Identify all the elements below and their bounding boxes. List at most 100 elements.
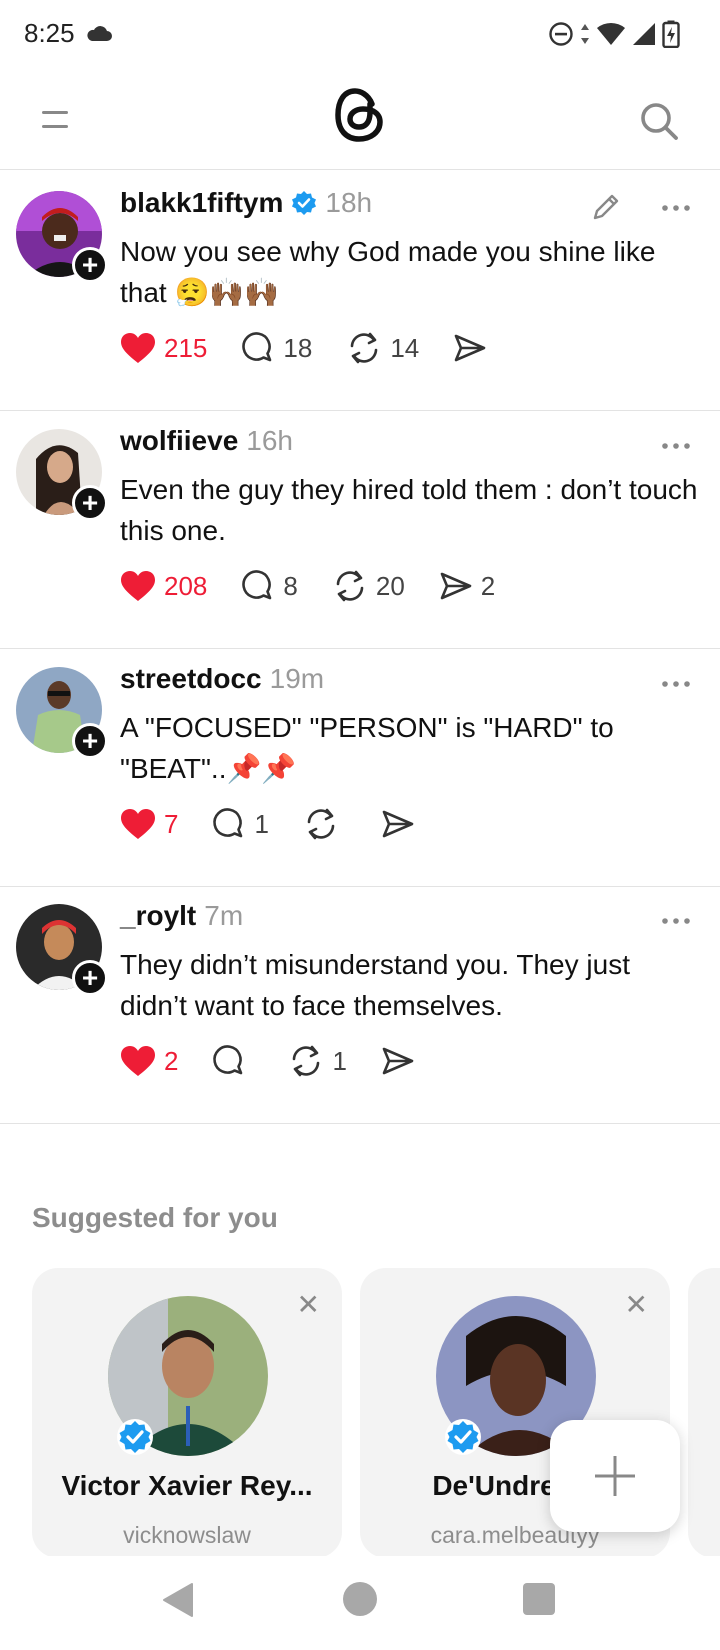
repost-count: 1: [332, 1045, 347, 1076]
like-count: 7: [164, 808, 179, 839]
username[interactable]: _roylt: [120, 900, 196, 932]
share-button[interactable]: [381, 809, 423, 839]
repost-count: 14: [390, 332, 420, 363]
suggested-handle: vicknowslaw: [123, 1522, 251, 1548]
post-actions: 208 8 20 2: [120, 569, 529, 603]
repost-icon: [307, 808, 335, 840]
suggested-title: Suggested for you: [32, 1202, 278, 1233]
repost-button[interactable]: [303, 807, 347, 841]
menu-icon[interactable]: [40, 106, 72, 136]
post-actions: 2 1: [120, 1044, 457, 1078]
status-time: 8:25: [24, 18, 75, 48]
more-options-icon[interactable]: [660, 439, 692, 451]
status-icons: [548, 20, 680, 53]
more-options-icon[interactable]: [660, 677, 692, 689]
wifi-icon: [596, 22, 626, 51]
verified-badge-icon: [445, 1419, 481, 1455]
post[interactable]: + wolfiieve 16h Even the guy they hired …: [0, 399, 720, 649]
heart-icon: [121, 571, 155, 601]
send-icon: [440, 572, 472, 600]
reply-button[interactable]: 1: [212, 807, 269, 841]
cloud-icon: [86, 26, 112, 47]
post-actions: 7 1: [120, 807, 457, 841]
dismiss-icon[interactable]: ✕: [297, 1288, 320, 1321]
heart-icon: [121, 333, 155, 363]
app-header: [0, 72, 720, 170]
plus-icon: [595, 1456, 635, 1496]
share-count: 2: [480, 570, 496, 601]
verified-badge-icon: [117, 1419, 153, 1455]
more-options-icon[interactable]: [660, 914, 692, 926]
reply-button[interactable]: 18: [241, 331, 312, 365]
suggested-card-peek[interactable]: [688, 1268, 720, 1558]
reply-icon: [213, 1045, 243, 1075]
follow-plus-button[interactable]: +: [72, 960, 108, 996]
like-count: 2: [164, 1045, 179, 1076]
username[interactable]: wolfiieve: [120, 425, 238, 457]
send-icon: [454, 334, 486, 362]
follow-plus-button[interactable]: +: [72, 723, 108, 759]
recents-icon[interactable]: [523, 1583, 555, 1615]
verified-badge-icon: [292, 191, 317, 215]
post-time: 7m: [204, 900, 244, 931]
send-icon: [382, 810, 414, 838]
cell-signal-icon: [632, 22, 656, 51]
post-text: A "FOCUSED" "PERSON" is "HARD" to "BEAT"…: [120, 712, 614, 784]
post-time: 19m: [269, 663, 325, 694]
battery-charging-icon: [662, 20, 680, 53]
reply-count: 18: [283, 332, 313, 363]
share-button[interactable]: 2: [439, 571, 495, 602]
home-icon[interactable]: [343, 1582, 377, 1616]
avatar[interactable]: +: [16, 904, 108, 996]
heart-icon: [121, 1046, 155, 1076]
repost-icon: [351, 332, 378, 364]
data-arrows-icon: [580, 23, 590, 50]
reply-count: 8: [283, 570, 298, 601]
post-text: Even the guy they hired told them : don’…: [120, 474, 698, 546]
avatar[interactable]: +: [16, 429, 108, 521]
post-text: Now you see why God made you shine like …: [120, 236, 656, 308]
repost-count: 20: [375, 570, 405, 601]
follow-plus-button[interactable]: +: [72, 247, 108, 283]
repost-button[interactable]: 1: [288, 1044, 347, 1078]
username[interactable]: streetdocc: [120, 663, 262, 695]
reply-button[interactable]: 8: [241, 569, 298, 603]
like-button[interactable]: 7: [120, 808, 178, 840]
search-icon[interactable]: [638, 100, 680, 142]
share-button[interactable]: [453, 333, 495, 363]
reply-icon: [242, 332, 272, 362]
avatar[interactable]: +: [16, 191, 108, 283]
post-text: They didn’t misunderstand you. They just…: [120, 949, 630, 1021]
do-not-disturb-icon: [548, 21, 574, 52]
repost-button[interactable]: 14: [346, 331, 419, 365]
reply-icon: [242, 570, 272, 600]
post[interactable]: + streetdocc 19m A "FOCUSED" "PERSON" is…: [0, 637, 720, 887]
avatar[interactable]: +: [16, 667, 108, 759]
like-button[interactable]: 2: [120, 1045, 178, 1077]
edit-pencil-icon[interactable]: [590, 191, 622, 223]
post-actions: 215 18 14: [120, 331, 529, 365]
suggested-card[interactable]: ✕ Victor Xavier Rey... vicknowslaw: [32, 1268, 342, 1558]
like-button[interactable]: 215: [120, 332, 207, 364]
send-icon: [382, 1047, 414, 1075]
suggested-name[interactable]: Victor Xavier Rey...: [32, 1470, 342, 1502]
share-button[interactable]: [381, 1046, 423, 1076]
like-count: 215: [164, 332, 208, 363]
compose-button[interactable]: [550, 1420, 680, 1532]
system-nav-bar: [0, 1556, 720, 1650]
reply-button[interactable]: [212, 1044, 254, 1078]
post[interactable]: + _roylt 7m They didn’t misunderstand yo…: [0, 874, 720, 1124]
status-bar: 8:25: [0, 0, 720, 72]
username[interactable]: blakk1fiftym: [120, 187, 283, 219]
repost-button[interactable]: 20: [332, 569, 405, 603]
more-options-icon[interactable]: [660, 201, 692, 213]
dismiss-icon[interactable]: ✕: [625, 1288, 648, 1321]
post[interactable]: + blakk1fiftym 18h Now you see why God m…: [0, 161, 720, 411]
post-time: 18h: [325, 187, 373, 218]
threads-logo-icon[interactable]: [334, 86, 386, 144]
follow-plus-button[interactable]: +: [72, 485, 108, 521]
back-icon[interactable]: [162, 1582, 194, 1623]
like-button[interactable]: 208: [120, 570, 207, 602]
repost-icon: [336, 570, 364, 602]
reply-icon: [213, 808, 243, 838]
